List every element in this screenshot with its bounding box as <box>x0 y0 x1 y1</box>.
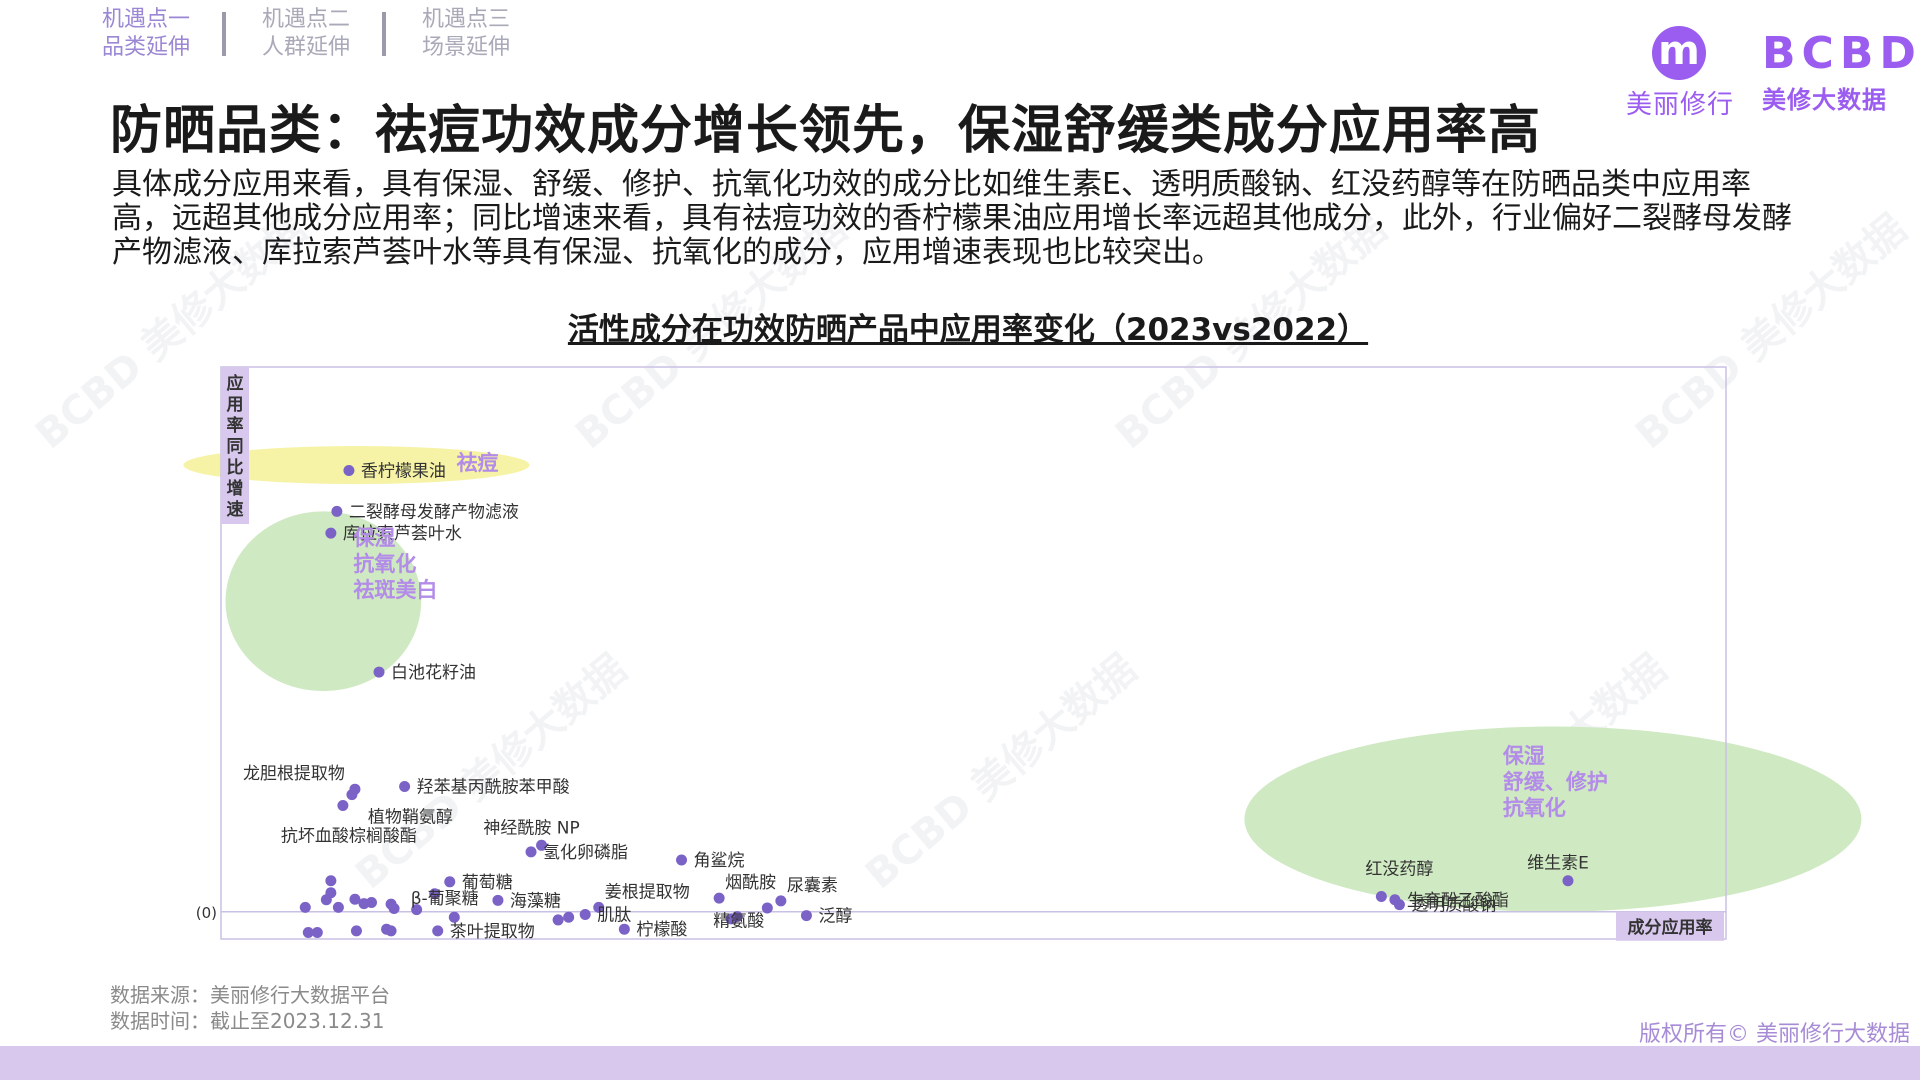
bottom-band <box>0 1046 1920 1080</box>
copyright: 版权所有© 美丽修行大数据 <box>1639 1022 1910 1047</box>
data-label: 柠檬酸 <box>636 920 687 940</box>
data-label: 泛醇 <box>818 907 852 927</box>
scatter-chart: 香柠檬果油二裂酵母发酵产物滤液库拉索芦荟叶水白池花籽油龙胆根提取物羟苯基丙酰胺苯… <box>183 366 1862 942</box>
data-point <box>388 902 400 914</box>
data-point <box>444 876 456 888</box>
data-point <box>332 901 344 913</box>
data-point <box>1562 875 1574 887</box>
data-point <box>563 911 575 923</box>
data-label: 二裂酵母发酵产物滤液 <box>349 502 519 522</box>
data-label: 尿囊素 <box>787 876 838 896</box>
data-time: 数据时间：截止至2023.12.31 <box>110 1009 385 1033</box>
group-label: 抗氧化 <box>353 552 416 576</box>
group-label: 抗氧化 <box>1503 796 1566 820</box>
data-label: 茶叶提取物 <box>450 922 535 942</box>
data-point <box>346 789 358 801</box>
data-source: 数据来源：美丽修行大数据平台 <box>110 983 390 1007</box>
data-point <box>385 925 397 937</box>
data-point <box>432 925 444 937</box>
group-label: 保湿 <box>352 526 395 550</box>
data-label: 烟酰胺 <box>725 873 776 893</box>
data-point <box>320 894 332 906</box>
data-label: 抗坏血酸棕榈酸酯 <box>281 827 417 847</box>
data-label: 角鲨烷 <box>694 851 745 871</box>
data-label: 肌肽 <box>597 905 631 925</box>
data-point <box>399 780 411 792</box>
y-axis-label: 增 <box>227 478 244 499</box>
data-point <box>492 894 504 906</box>
data-label: 白池花籽油 <box>391 663 476 683</box>
y-axis-label: 率 <box>227 415 244 436</box>
data-label: 透明质酸钠 <box>1411 896 1496 916</box>
data-point <box>800 910 812 922</box>
group-label: 舒缓、修护 <box>1503 770 1608 794</box>
x-axis-label: 成分应用率 <box>1628 917 1713 938</box>
data-point <box>775 895 787 907</box>
origin-label: (0) <box>196 904 217 922</box>
data-point <box>579 908 591 920</box>
data-label: 维生素E <box>1527 854 1589 874</box>
y-axis-label: 速 <box>227 499 244 520</box>
data-label: 姜根提取物 <box>605 882 690 902</box>
group-label: 祛斑美白 <box>353 578 437 602</box>
data-label: 龙胆根提取物 <box>243 764 345 784</box>
data-label: 精氨酸 <box>713 912 764 932</box>
data-label: 羟苯基丙酰胺苯甲酸 <box>417 777 570 797</box>
data-label: 植物鞘氨醇 <box>368 808 453 828</box>
data-point <box>358 898 370 910</box>
data-label: 海藻糖 <box>510 891 561 911</box>
data-label: 红没药醇 <box>1365 860 1433 880</box>
data-point <box>337 800 349 812</box>
data-point <box>325 875 337 887</box>
data-point <box>1375 891 1387 903</box>
data-point <box>299 901 311 913</box>
data-point <box>525 846 537 858</box>
data-point <box>676 854 688 866</box>
data-point <box>331 505 343 517</box>
data-point <box>343 465 355 477</box>
footer-notes: 数据来源：美丽修行大数据平台 数据时间：截止至2023.12.31 <box>110 982 390 1034</box>
group-label: 祛痘 <box>456 451 498 475</box>
data-point <box>1393 899 1405 911</box>
y-axis-label: 比 <box>227 457 244 478</box>
data-point <box>325 527 337 539</box>
data-label: β-葡聚糖 <box>411 889 479 909</box>
y-axis-label: 应 <box>227 373 244 394</box>
data-label: 氢化卵磷脂 <box>543 843 628 863</box>
y-axis-label: 同 <box>227 437 244 457</box>
data-label: 香柠檬果油 <box>361 462 446 482</box>
data-point <box>350 925 362 937</box>
data-point <box>311 926 323 938</box>
data-labels: 香柠檬果油二裂酵母发酵产物滤液库拉索芦荟叶水白池花籽油龙胆根提取物羟苯基丙酰胺苯… <box>243 462 1589 942</box>
group-label: 保湿 <box>1502 744 1545 768</box>
data-point <box>373 666 385 678</box>
y-axis-label: 用 <box>227 395 244 415</box>
data-point <box>552 914 564 926</box>
data-point <box>713 892 725 904</box>
data-label: 神经酰胺 NP <box>483 818 579 838</box>
